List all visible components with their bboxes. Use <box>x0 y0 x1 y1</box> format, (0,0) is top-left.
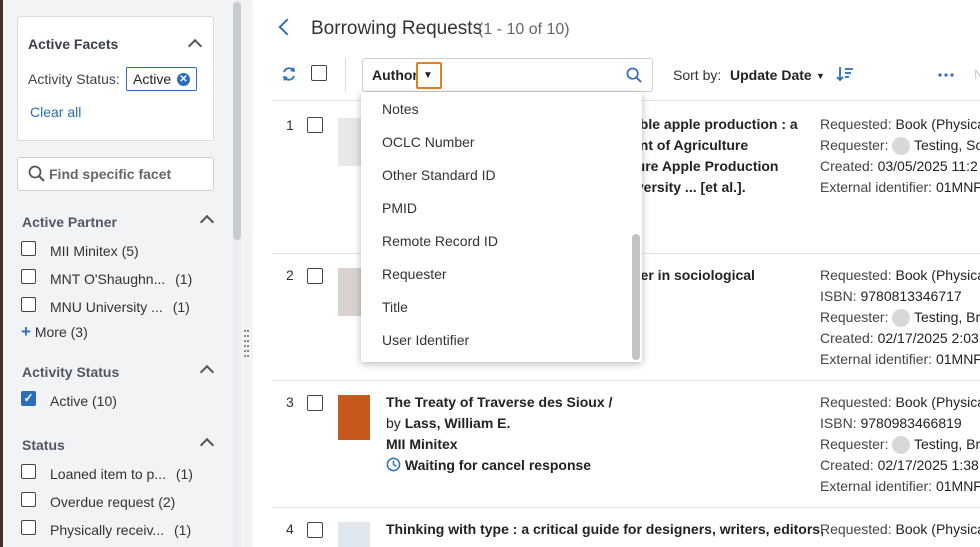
dropdown-item-title[interactable]: Title <box>382 299 408 315</box>
meta-created: Created: 02/17/2025 1:38 <box>820 457 979 473</box>
facet-item-label[interactable]: MNT O'Shaughn... (1) <box>50 271 192 287</box>
sort-direction-icon[interactable] <box>836 66 854 82</box>
search-icon[interactable] <box>626 67 643 84</box>
dropdown-item-notes[interactable]: Notes <box>382 101 419 117</box>
meta-isbn: ISBN: 9780983466819 <box>820 415 962 431</box>
row-divider <box>272 507 980 508</box>
meta-requester: Requester: Testing, Br <box>820 436 980 455</box>
row-number: 3 <box>286 394 294 410</box>
clear-all-link[interactable]: Clear all <box>30 104 81 120</box>
row-number: 4 <box>286 521 294 537</box>
book-cover-thumbnail[interactable] <box>338 522 370 547</box>
dropdown-item-requester[interactable]: Requester <box>382 266 447 282</box>
facet-checkbox-checked[interactable]: ✓ <box>21 391 36 406</box>
dropdown-item-remote-record-id[interactable]: Remote Record ID <box>382 233 498 249</box>
refresh-icon[interactable] <box>281 66 297 82</box>
facet-checkbox[interactable] <box>21 492 36 507</box>
requester-link[interactable]: Testing, Sc <box>914 137 980 153</box>
meta-created: Created: 02/17/2025 2:03 <box>820 330 979 346</box>
plus-icon: + <box>21 322 31 341</box>
meta-external-id: External identifier: 01MNF <box>820 478 980 494</box>
sidebar-scroll-thumb[interactable] <box>233 2 241 240</box>
section-title-active-partner: Active Partner <box>22 214 117 230</box>
facet-item-label[interactable]: Active (10) <box>50 393 117 409</box>
active-facet-chip-value: Active <box>133 71 172 87</box>
sort-label: Sort by: <box>673 67 722 83</box>
request-title-line[interactable]: able apple production : a <box>632 116 798 132</box>
sort-field-select[interactable]: Update Date <box>730 67 812 83</box>
search-field-label: Author <box>372 67 418 83</box>
more-options-icon[interactable] <box>938 73 954 77</box>
person-icon <box>892 137 911 156</box>
person-icon <box>892 436 911 455</box>
toolbar-button-partial[interactable]: N <box>974 67 980 82</box>
facet-checkbox[interactable] <box>21 241 36 256</box>
person-icon <box>892 309 911 328</box>
meta-external-id: External identifier: 01MNF <box>820 179 980 195</box>
active-facets-title: Active Facets <box>28 36 119 52</box>
facet-checkbox[interactable] <box>21 464 36 479</box>
meta-requested: Requested: Book (Physica <box>820 394 980 410</box>
row-checkbox[interactable] <box>307 395 323 411</box>
meta-requester: Requester: Testing, Sc <box>820 137 980 156</box>
facet-item-label[interactable]: MNU University ... (1) <box>50 299 190 315</box>
dropdown-item-other-standard-id[interactable]: Other Standard ID <box>382 167 496 183</box>
requester-link[interactable]: Testing, Br <box>914 309 980 325</box>
more-facets-link[interactable]: + More (3) <box>21 322 88 342</box>
section-title-status: Status <box>22 437 65 453</box>
caret-down-icon[interactable]: ▼ <box>816 71 825 81</box>
row-number: 1 <box>286 117 294 133</box>
row-checkbox[interactable] <box>307 522 323 538</box>
request-partner: MII Minitex <box>386 436 458 452</box>
meta-requested: Requested: Book (Physica <box>820 116 980 132</box>
requester-link[interactable]: Testing, Br <box>914 436 980 452</box>
search-icon <box>28 165 45 182</box>
row-divider <box>272 380 980 381</box>
meta-isbn: ISBN: 9780813346717 <box>820 288 962 304</box>
request-title[interactable]: Thinking with type : a critical guide fo… <box>386 521 824 537</box>
facet-item-label[interactable]: Loaned item to p... (1) <box>50 466 193 482</box>
select-all-checkbox[interactable] <box>311 65 327 81</box>
book-cover-thumbnail[interactable] <box>338 395 370 440</box>
dropdown-item-user-identifier[interactable]: User Identifier <box>382 332 469 348</box>
request-title-line[interactable]: der in sociological <box>632 267 755 283</box>
meta-external-id: External identifier: 01MNF <box>820 351 980 367</box>
section-title-activity-status: Activity Status <box>22 364 120 380</box>
request-title[interactable]: The Treaty of Traverse des Sioux / <box>386 394 612 410</box>
active-facet-label: Activity Status: <box>28 71 120 87</box>
facet-checkbox[interactable] <box>21 297 36 312</box>
facet-checkbox[interactable] <box>21 520 36 535</box>
caret-down-icon: ▼ <box>423 70 433 81</box>
request-title-line[interactable]: ture Apple Production <box>632 158 778 174</box>
clock-icon <box>386 457 401 472</box>
page-title: Borrowing Requests <box>311 18 483 39</box>
facet-item-label[interactable]: Physically receiv... (1) <box>50 522 191 538</box>
facet-search-placeholder: Find specific facet <box>49 166 172 182</box>
request-status: Waiting for cancel response <box>386 457 591 473</box>
row-checkbox[interactable] <box>307 268 323 284</box>
meta-requested: Requested: Book (Physica <box>820 267 980 283</box>
meta-requested: Requested: Book (Physica <box>820 521 980 537</box>
dropdown-item-oclc-number[interactable]: OCLC Number <box>382 134 475 150</box>
toolbar-divider <box>345 58 346 92</box>
row-checkbox[interactable] <box>307 117 323 133</box>
remove-facet-icon[interactable]: ✕ <box>177 73 190 86</box>
dropdown-scrollbar[interactable] <box>632 234 640 360</box>
meta-requester: Requester: Testing, Br <box>820 309 980 328</box>
facet-checkbox[interactable] <box>21 269 36 284</box>
panel-resize-handle[interactable] <box>244 330 250 360</box>
result-count: (1 - 10 of 10) <box>478 21 570 38</box>
facet-item-label[interactable]: Overdue request (2) <box>50 494 175 510</box>
request-title-line[interactable]: ent of Agriculture <box>632 137 748 153</box>
search-field-dropdown-menu <box>361 92 642 362</box>
facet-item-label[interactable]: MII Minitex (5) <box>50 243 139 259</box>
request-title-line[interactable]: iversity ... [et al.]. <box>632 179 746 195</box>
dropdown-item-pmid[interactable]: PMID <box>382 200 417 216</box>
meta-created: Created: 03/05/2025 11:2 <box>820 158 978 174</box>
request-author: by Lass, William E. <box>386 415 511 431</box>
row-number: 2 <box>286 267 294 283</box>
